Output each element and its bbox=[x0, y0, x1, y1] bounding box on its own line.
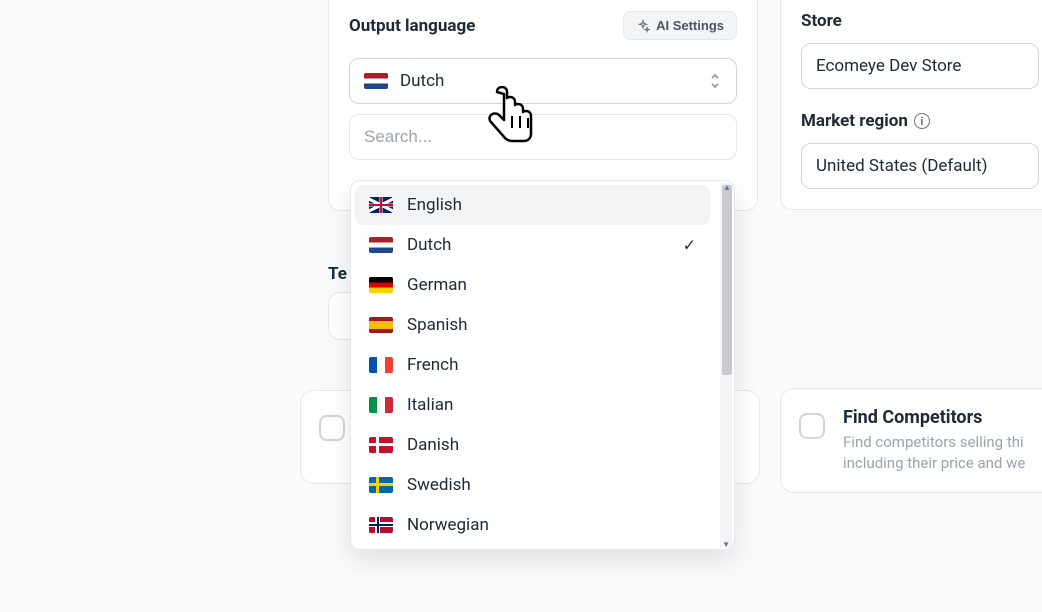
chevron-up-down-icon bbox=[708, 72, 722, 90]
language-dropdown: English Dutch ✓ German Spanish French It… bbox=[350, 180, 735, 550]
flag-de-icon bbox=[369, 277, 393, 293]
option-label: German bbox=[407, 275, 467, 295]
scroll-down-arrow-icon: ▼ bbox=[722, 540, 730, 549]
flag-gb-icon bbox=[369, 197, 393, 213]
option-label: Italian bbox=[407, 395, 453, 415]
store-field[interactable]: Ecomeye Dev Store bbox=[801, 43, 1039, 89]
option-label: Danish bbox=[407, 435, 459, 455]
output-language-title: Output language bbox=[349, 16, 475, 36]
option-french[interactable]: French bbox=[355, 345, 710, 385]
check-icon: ✓ bbox=[683, 236, 696, 255]
store-value: Ecomeye Dev Store bbox=[816, 56, 961, 76]
dropdown-scrollbar-thumb[interactable] bbox=[722, 185, 732, 375]
option-label: Swedish bbox=[407, 475, 471, 495]
find-competitors-title: Find Competitors bbox=[843, 407, 1042, 428]
ai-settings-button[interactable]: AI Settings bbox=[623, 11, 737, 40]
flag-no-icon bbox=[369, 517, 393, 533]
option-norwegian[interactable]: Norwegian bbox=[355, 505, 710, 545]
option-danish[interactable]: Danish bbox=[355, 425, 710, 465]
option-label: Dutch bbox=[407, 235, 451, 255]
find-competitors-desc: Find competitors selling thi including t… bbox=[843, 432, 1042, 474]
partial-field-edge bbox=[328, 292, 350, 340]
option-label: English bbox=[407, 195, 462, 215]
option-english[interactable]: English bbox=[355, 185, 710, 225]
flag-nl-icon bbox=[369, 237, 393, 253]
find-competitors-checkbox[interactable] bbox=[799, 413, 825, 439]
option-label: French bbox=[407, 355, 458, 375]
flag-es-icon bbox=[369, 317, 393, 333]
market-region-title: Market region i bbox=[801, 111, 1039, 131]
selected-language-label: Dutch bbox=[400, 71, 444, 91]
flag-fr-icon bbox=[369, 357, 393, 373]
sparkle-icon bbox=[636, 19, 650, 33]
language-search-wrap bbox=[349, 114, 737, 160]
flag-dk-icon bbox=[369, 437, 393, 453]
store-title: Store bbox=[801, 11, 1039, 31]
option-spanish[interactable]: Spanish bbox=[355, 305, 710, 345]
option-label: Spanish bbox=[407, 315, 468, 335]
panel-header: Output language AI Settings bbox=[349, 11, 737, 40]
option-italian[interactable]: Italian bbox=[355, 385, 710, 425]
option-german[interactable]: German bbox=[355, 265, 710, 305]
market-region-value: United States (Default) bbox=[816, 156, 988, 176]
ai-settings-label: AI Settings bbox=[656, 18, 724, 33]
flag-it-icon bbox=[369, 397, 393, 413]
option-dutch[interactable]: Dutch ✓ bbox=[355, 225, 710, 265]
right-panel: Store Ecomeye Dev Store Market region i … bbox=[780, 0, 1042, 210]
option-swedish[interactable]: Swedish bbox=[355, 465, 710, 505]
option-label: Norwegian bbox=[407, 515, 489, 535]
partial-label: Te bbox=[328, 264, 347, 284]
output-language-select[interactable]: Dutch bbox=[349, 58, 737, 104]
flag-se-icon bbox=[369, 477, 393, 493]
info-icon[interactable]: i bbox=[914, 113, 930, 129]
find-competitors-content: Find Competitors Find competitors sellin… bbox=[843, 407, 1042, 474]
language-search-input[interactable] bbox=[364, 127, 722, 147]
market-region-label: Market region bbox=[801, 111, 908, 131]
flag-nl-icon bbox=[364, 73, 388, 89]
market-region-field[interactable]: United States (Default) bbox=[801, 143, 1039, 189]
task-checkbox-left[interactable] bbox=[319, 415, 345, 441]
find-competitors-card: Find Competitors Find competitors sellin… bbox=[780, 388, 1042, 493]
